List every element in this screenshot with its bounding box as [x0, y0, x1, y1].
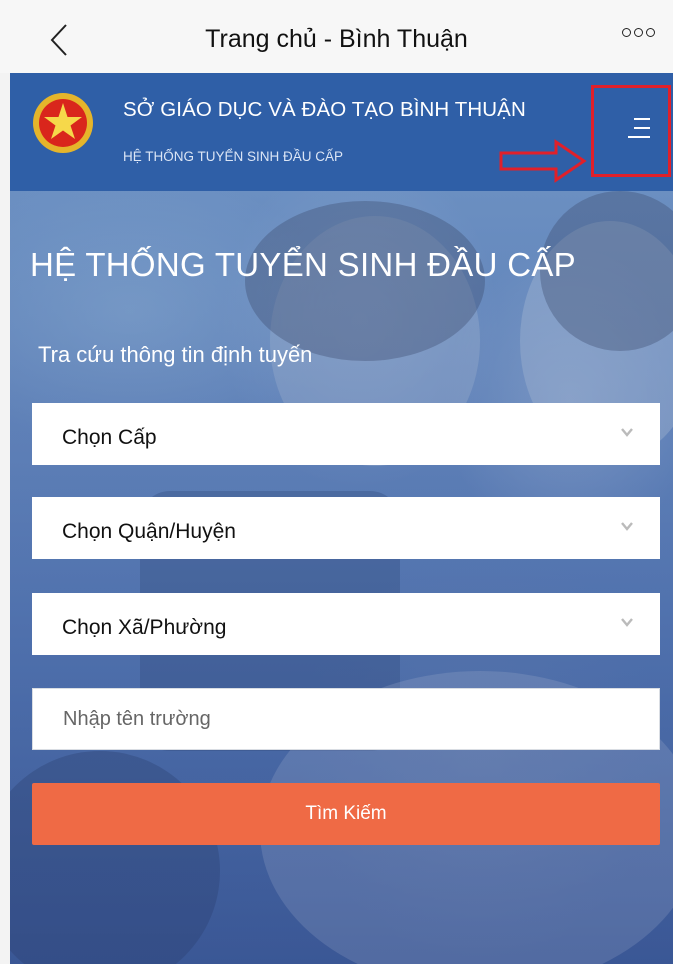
ward-select[interactable]: Chọn Xã/Phường — [32, 593, 660, 655]
ward-select-value: Chọn Xã/Phường — [62, 616, 227, 639]
site-header: SỞ GIÁO DỤC VÀ ĐÀO TẠO BÌNH THUẬN HỆ THỐ… — [10, 73, 673, 191]
national-emblem-icon — [33, 93, 93, 153]
school-name-input[interactable] — [33, 689, 659, 749]
org-subtitle: HỆ THỐNG TUYỂN SINH ĐẦU CẤP — [123, 149, 344, 164]
district-select-value: Chọn Quận/Huyện — [62, 520, 236, 543]
page-title: Trang chủ - Bình Thuận — [205, 25, 468, 53]
hero-section: HỆ THỐNG TUYỂN SINH ĐẦU CẤP Tra cứu thôn… — [10, 191, 673, 964]
hamburger-menu-icon[interactable] — [628, 118, 650, 138]
red-arrow-annotation — [499, 139, 587, 183]
app-navbar: Trang chủ - Bình Thuận — [0, 0, 673, 73]
district-select[interactable]: Chọn Quận/Huyện — [32, 497, 660, 559]
org-name: SỞ GIÁO DỤC VÀ ĐÀO TẠO BÌNH THUẬN — [123, 98, 526, 121]
more-circles-icon[interactable] — [622, 28, 655, 37]
hero-title: HỆ THỐNG TUYỂN SINH ĐẦU CẤP — [30, 246, 576, 283]
hero-subtitle: Tra cứu thông tin định tuyến — [38, 342, 313, 367]
school-name-field — [32, 688, 660, 750]
hero-overlay — [10, 191, 673, 964]
chevron-down-icon — [621, 522, 633, 531]
level-select-value: Chọn Cấp — [62, 426, 157, 449]
menu-button[interactable] — [591, 85, 671, 177]
level-select[interactable]: Chọn Cấp — [32, 403, 660, 465]
search-button[interactable]: Tìm Kiếm — [32, 783, 660, 845]
chevron-down-icon — [621, 618, 633, 627]
chevron-down-icon — [621, 428, 633, 437]
